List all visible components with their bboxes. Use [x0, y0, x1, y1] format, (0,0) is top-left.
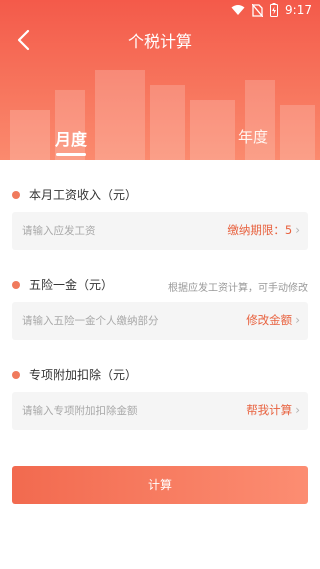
nav-bar: 个税计算: [0, 22, 320, 58]
header-banner: 9:17 个税计算 月度 年度: [0, 0, 320, 160]
insurance-input[interactable]: 请输入五险一金个人缴纳部分: [22, 313, 159, 328]
bullet-dot: [12, 190, 20, 199]
tab-active-indicator: [56, 153, 86, 156]
deduction-input[interactable]: 请输入专项附加扣除金额: [22, 403, 138, 418]
wifi-icon: [231, 5, 245, 15]
bullet-dot: [12, 280, 20, 289]
payment-period-label: 缴纳期限：: [227, 223, 285, 237]
status-time: 9:17: [285, 3, 312, 17]
insurance-hint: 根据应发工资计算，可手动修改: [168, 283, 308, 294]
modify-amount-label: 修改金额: [246, 313, 293, 327]
chevron-right-icon: ›: [295, 223, 300, 237]
insurance-field[interactable]: 请输入五险一金个人缴纳部分 修改金额 ›: [12, 302, 308, 340]
insurance-section-label: 五险一金（元）: [12, 276, 113, 293]
no-sim-icon: [252, 3, 264, 17]
deduction-label: 专项附加扣除（元）: [29, 368, 138, 382]
chevron-right-icon: ›: [295, 403, 300, 417]
chevron-right-icon: ›: [295, 313, 300, 327]
payment-period-selector[interactable]: 缴纳期限： 5 ›: [227, 222, 300, 238]
income-field[interactable]: 请输入应发工资 缴纳期限： 5 ›: [12, 212, 308, 250]
deduction-field[interactable]: 请输入专项附加扣除金额 帮我计算 ›: [12, 392, 308, 430]
calculate-button[interactable]: 计算: [12, 466, 308, 504]
income-section-label: 本月工资收入（元）: [12, 186, 137, 203]
tab-monthly[interactable]: 月度: [55, 126, 87, 150]
modify-amount-button[interactable]: 修改金额 ›: [246, 312, 300, 328]
payment-period-value: 5: [284, 223, 293, 237]
income-input[interactable]: 请输入应发工资: [22, 223, 96, 238]
battery-charging-icon: [270, 3, 279, 17]
deduction-section-label: 专项附加扣除（元）: [12, 366, 137, 383]
help-calculate-button[interactable]: 帮我计算 ›: [246, 402, 300, 418]
help-calculate-label: 帮我计算: [246, 403, 293, 417]
page-title: 个税计算: [127, 32, 192, 51]
income-label: 本月工资收入（元）: [29, 188, 138, 202]
insurance-label: 五险一金（元）: [29, 278, 114, 292]
period-tabs: 月度 年度: [0, 120, 320, 160]
tab-yearly[interactable]: 年度: [238, 126, 268, 147]
status-bar: 9:17: [0, 0, 320, 22]
bullet-dot: [12, 370, 20, 379]
